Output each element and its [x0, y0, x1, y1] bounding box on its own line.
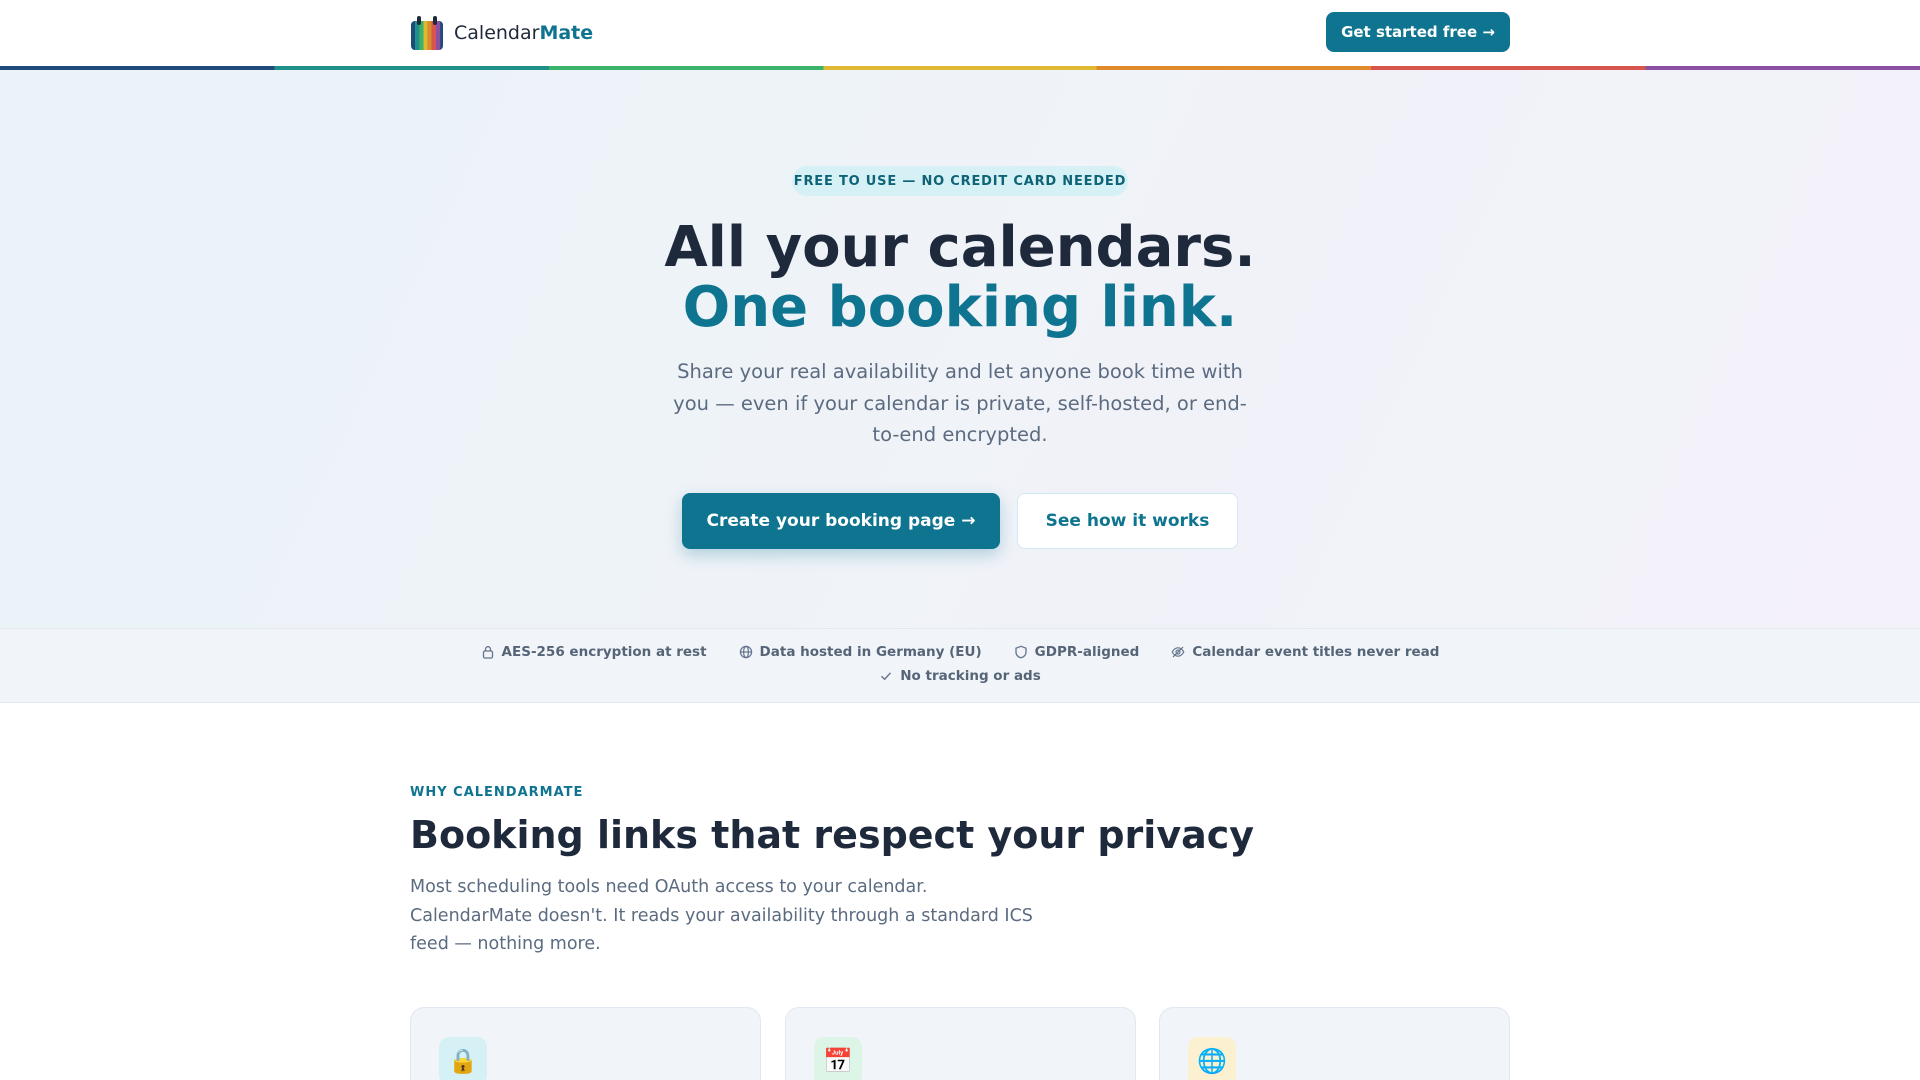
section-title: Booking links that respect your privacy [410, 813, 1255, 857]
lock-icon: 🔒 [439, 1037, 487, 1080]
section-eyebrow: WHY CALENDARMATE [410, 785, 584, 800]
calendar-icon: 📅 [814, 1037, 862, 1080]
trust-item-label: Data hosted in Germany (EU) [759, 644, 982, 660]
hero-subtitle: Share your real availability and let any… [673, 360, 1247, 446]
free-badge: FREE TO USE — NO CREDIT CARD NEEDED [792, 166, 1128, 196]
trust-row: No tracking or ads [0, 668, 1920, 684]
trust-row: AES-256 encryption at rest Data hosted i… [0, 644, 1920, 660]
feature-card: 📅 [785, 1007, 1136, 1080]
section-description: Most scheduling tools need OAuth access … [410, 877, 1033, 954]
brand-logo-link[interactable]: CalendarMate [410, 15, 593, 51]
trust-item-label: GDPR-aligned [1034, 644, 1140, 660]
shield-icon [1015, 645, 1027, 659]
trust-item-label: No tracking or ads [900, 668, 1041, 684]
hero-title-accent: One booking link. [682, 275, 1238, 340]
trust-item-label: AES-256 encryption at rest [501, 644, 707, 660]
check-icon [881, 672, 892, 681]
brand-name: CalendarMate [454, 22, 593, 44]
see-how-it-works-button[interactable]: See how it works [1017, 493, 1238, 549]
trust-item-hosting: Data hosted in Germany (EU) [739, 644, 982, 660]
brand-name-main: Calendar [454, 22, 540, 44]
globe-icon: 🌐 [1188, 1037, 1236, 1080]
brand-name-accent: Mate [539, 22, 594, 44]
trust-item-no-tracking: No tracking or ads [879, 668, 1041, 684]
feature-card: 🌐 [1159, 1007, 1510, 1080]
hero-section: FREE TO USE — NO CREDIT CARD NEEDED All … [0, 70, 1920, 628]
trust-item-label: Calendar event titles never read [1192, 644, 1440, 660]
get-started-button[interactable]: Get started free → [1326, 12, 1510, 52]
lock-icon [482, 646, 493, 659]
trust-item-privacy: Calendar event titles never read [1171, 644, 1439, 660]
eye-off-icon [1171, 646, 1185, 658]
calendar-logo-icon [411, 16, 443, 50]
site-header: CalendarMate Get started free → [0, 0, 1920, 66]
trust-item-encryption: AES-256 encryption at rest [481, 644, 707, 660]
globe-icon [739, 645, 752, 659]
feature-card: 🔒 [410, 1007, 761, 1080]
create-booking-page-button[interactable]: Create your booking page → [682, 493, 1000, 549]
hero-title: All your calendars. [664, 215, 1256, 280]
trust-item-gdpr: GDPR-aligned [1014, 644, 1140, 660]
trust-bar: AES-256 encryption at rest Data hosted i… [0, 628, 1920, 703]
